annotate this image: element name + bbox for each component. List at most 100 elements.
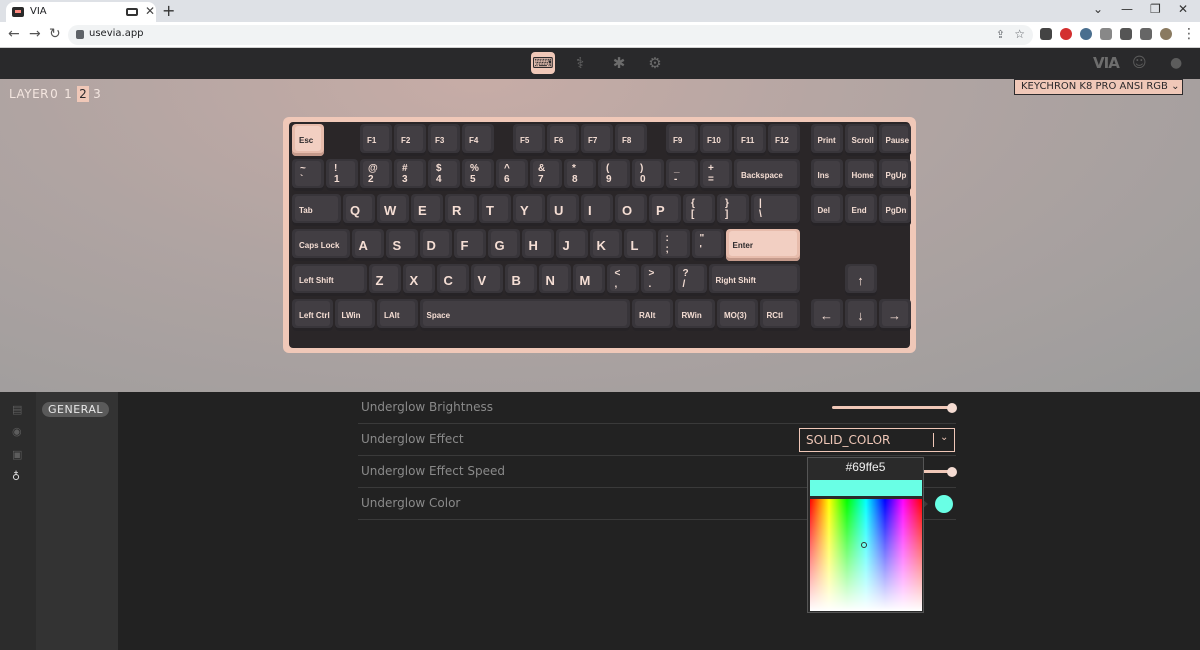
key[interactable]: U xyxy=(547,194,579,226)
key[interactable]: >. xyxy=(640,264,673,296)
key[interactable]: F7 xyxy=(581,124,613,156)
key[interactable]: #3 xyxy=(394,159,426,191)
key[interactable]: _ - xyxy=(666,159,698,191)
key[interactable]: Print xyxy=(810,124,843,156)
tab-search-icon[interactable]: ⌄ xyxy=(1093,2,1103,16)
key[interactable]: F12 xyxy=(768,124,800,156)
keyboard-icon[interactable]: ⌨ xyxy=(531,52,555,74)
key[interactable]: G xyxy=(487,229,520,261)
lightbulb-icon[interactable]: ♁ xyxy=(12,470,20,483)
key[interactable]: R xyxy=(445,194,477,226)
key[interactable]: S xyxy=(385,229,418,261)
key[interactable]: B xyxy=(504,264,537,296)
key[interactable]: Left Ctrl xyxy=(292,299,333,331)
menu-general[interactable]: GENERAL xyxy=(42,402,110,417)
key[interactable]: ~ ` xyxy=(292,159,324,191)
key[interactable]: P xyxy=(649,194,681,226)
github-icon[interactable]: ● xyxy=(1170,55,1182,71)
key[interactable]: LAlt xyxy=(377,299,418,331)
key[interactable]: F4 xyxy=(462,124,494,156)
profile-avatar[interactable] xyxy=(1160,28,1172,40)
opera-extension-icon[interactable] xyxy=(1060,28,1072,40)
extension-icon[interactable] xyxy=(1040,28,1052,40)
key[interactable]: F6 xyxy=(547,124,579,156)
key[interactable]: → xyxy=(878,299,911,331)
media-control-icon[interactable] xyxy=(1140,28,1152,40)
key[interactable]: J xyxy=(555,229,588,261)
key[interactable]: (9 xyxy=(598,159,630,191)
key[interactable]: ↑ xyxy=(844,264,877,296)
key[interactable]: Y xyxy=(513,194,545,226)
key[interactable]: RAlt xyxy=(632,299,673,331)
key[interactable]: F10 xyxy=(700,124,732,156)
document-extension-icon[interactable] xyxy=(1100,28,1112,40)
key[interactable]: <, xyxy=(606,264,639,296)
key[interactable]: F11 xyxy=(734,124,766,156)
key[interactable]: % 5 xyxy=(462,159,494,191)
effect-select[interactable]: SOLID_COLOR ⌄ xyxy=(799,428,955,452)
new-tab-button[interactable]: + xyxy=(162,1,175,20)
key[interactable]: :; xyxy=(657,229,690,261)
key[interactable]: ! 1 xyxy=(326,159,358,191)
key[interactable]: V xyxy=(470,264,503,296)
key[interactable]: X xyxy=(402,264,435,296)
key[interactable]: RCtl xyxy=(759,299,800,331)
key[interactable]: Left Shift xyxy=(292,264,367,296)
speed-slider-thumb[interactable] xyxy=(947,467,957,477)
key[interactable]: PgDn xyxy=(878,194,911,226)
key[interactable]: Space xyxy=(419,299,630,331)
key[interactable]: A xyxy=(351,229,384,261)
key[interactable]: T xyxy=(479,194,511,226)
stethoscope-icon[interactable]: ⚕ xyxy=(568,52,592,74)
key[interactable]: Z xyxy=(368,264,401,296)
key[interactable]: }] xyxy=(717,194,749,226)
minimize-button[interactable]: — xyxy=(1121,2,1133,16)
key[interactable]: E xyxy=(411,194,443,226)
window-close-button[interactable]: ✕ xyxy=(1178,2,1188,16)
share-icon[interactable]: ⇪ xyxy=(996,28,1005,41)
key[interactable]: Del xyxy=(810,194,843,226)
key[interactable]: Backspace xyxy=(734,159,800,191)
key[interactable]: F2 xyxy=(394,124,426,156)
key[interactable]: PgUp xyxy=(878,159,911,191)
key[interactable]: W xyxy=(377,194,409,226)
key[interactable]: ↓ xyxy=(844,299,877,331)
key[interactable]: | \ xyxy=(751,194,800,226)
key[interactable]: F8 xyxy=(615,124,647,156)
key[interactable]: Esc xyxy=(292,124,324,156)
restore-button[interactable]: ❐ xyxy=(1150,2,1161,16)
key[interactable]: * 8 xyxy=(564,159,596,191)
key[interactable]: MO(3) xyxy=(717,299,758,331)
key[interactable]: D xyxy=(419,229,452,261)
key[interactable]: H xyxy=(521,229,554,261)
layer-3-button[interactable]: 3 xyxy=(91,86,103,102)
layer-1-button[interactable]: 1 xyxy=(62,86,74,102)
key[interactable]: M xyxy=(572,264,605,296)
key[interactable]: F1 xyxy=(360,124,392,156)
key[interactable]: F xyxy=(453,229,486,261)
key[interactable]: C xyxy=(436,264,469,296)
key[interactable]: Caps Lock xyxy=(292,229,350,261)
back-button[interactable]: ← xyxy=(8,26,20,42)
key[interactable]: ← xyxy=(810,299,843,331)
record-icon[interactable]: ◉ xyxy=(12,425,22,438)
key[interactable]: LWin xyxy=(334,299,375,331)
reload-button[interactable]: ↻ xyxy=(49,26,61,42)
url-input[interactable]: usevia.app ⇪ ☆ xyxy=(68,25,1033,45)
key[interactable]: N xyxy=(538,264,571,296)
key[interactable]: Pause xyxy=(878,124,911,156)
key[interactable]: Home xyxy=(844,159,877,191)
key[interactable]: + = xyxy=(700,159,732,191)
layer-2-button[interactable]: 2 xyxy=(77,86,89,102)
layer-0-button[interactable]: 0 xyxy=(48,86,60,102)
puzzle-icon[interactable] xyxy=(1120,28,1132,40)
key[interactable]: Ins xyxy=(810,159,843,191)
key[interactable]: $4 xyxy=(428,159,460,191)
key[interactable]: ^ 6 xyxy=(496,159,528,191)
picker-cursor[interactable] xyxy=(861,542,867,548)
key[interactable]: L xyxy=(623,229,656,261)
gear-icon[interactable]: ⚙ xyxy=(643,52,667,74)
key[interactable]: " ' xyxy=(691,229,724,261)
key[interactable]: ? / xyxy=(674,264,707,296)
key[interactable]: Q xyxy=(343,194,375,226)
